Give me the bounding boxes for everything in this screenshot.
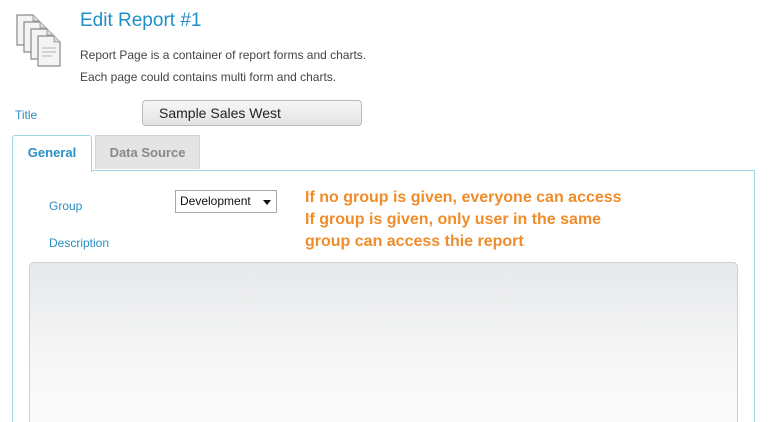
- tab-general[interactable]: General: [12, 135, 92, 172]
- page-title: Edit Report #1: [80, 10, 202, 31]
- tab-data-source[interactable]: Data Source: [95, 135, 200, 169]
- title-label: Title: [15, 108, 38, 122]
- group-select-value: Development: [180, 194, 251, 208]
- annotation-line-3: group can access thie report: [305, 233, 524, 250]
- chevron-down-icon: [263, 200, 271, 205]
- title-input[interactable]: [142, 100, 362, 126]
- group-label: Group: [49, 199, 83, 213]
- annotation-line-2: If group is given, only user in the same: [305, 211, 602, 228]
- group-select[interactable]: Development: [175, 190, 277, 213]
- report-pages-icon: [16, 14, 61, 67]
- page-description-line-1: Report Page is a container of report for…: [80, 48, 367, 62]
- description-label: Description: [49, 236, 110, 250]
- annotation-line-1: If no group is given, everyone can acces…: [305, 189, 622, 206]
- description-textarea[interactable]: [29, 262, 738, 422]
- page-description-line-2: Each page could contains multi form and …: [80, 70, 337, 84]
